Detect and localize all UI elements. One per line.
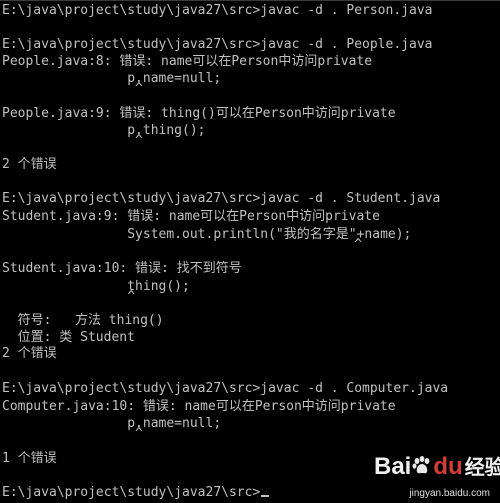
console-line: Computer.java:10: 错误: name可以在Person中访问pr… [2, 399, 396, 414]
error-count: 2 个错误 [2, 157, 57, 172]
watermark-url: jingyan.baidu.com [409, 488, 490, 499]
console-line: E:\java\project\study\java27\src>javac -… [2, 381, 449, 396]
console-line: Student.java:10: 错误: 找不到符号 [2, 261, 242, 276]
prompt-text: E:\java\project\study\java27\src> [2, 485, 261, 500]
logo-bai-text: Bai [374, 453, 412, 480]
error-caret: ^ [2, 237, 363, 252]
baidu-logo: Bai du 经验 [374, 451, 500, 483]
error-count: 1 个错误 [2, 451, 57, 466]
logo-jingyan-text: 经验 [464, 457, 500, 479]
text-cursor [261, 495, 270, 497]
error-count: 2 个错误 [2, 346, 57, 361]
paw-icon [412, 456, 430, 474]
baidu-jingyan-watermark: Bai du 经验 jingyan.baidu.com [374, 449, 500, 501]
console-line: 符号: 方法 thing() [2, 313, 164, 328]
console-line: E:\java\project\study\java27\src>javac -… [2, 3, 433, 18]
error-caret: ^ [2, 426, 143, 441]
console-line: E:\java\project\study\java27\src>javac -… [2, 191, 441, 206]
console-line: E:\java\project\study\java27\src>javac -… [2, 37, 433, 52]
console-line: Student.java:9: 错误: name可以在Person中访问priv… [2, 209, 380, 224]
logo-du-text: du [433, 453, 463, 480]
error-caret: ^ [2, 133, 143, 148]
command-prompt[interactable]: E:\java\project\study\java27\src> [2, 484, 270, 501]
window-frame-edge [0, 0, 500, 1]
console-window[interactable]: E:\java\project\study\java27\src>javac -… [0, 0, 500, 503]
console-line: People.java:9: 错误: thing()可以在Person中访问pr… [2, 106, 396, 121]
console-line: 位置: 类 Student [2, 330, 135, 345]
error-caret: ^ [2, 289, 136, 304]
console-line: People.java:8: 错误: name可以在Person中访问priva… [2, 54, 373, 69]
error-caret: ^ [2, 81, 143, 96]
